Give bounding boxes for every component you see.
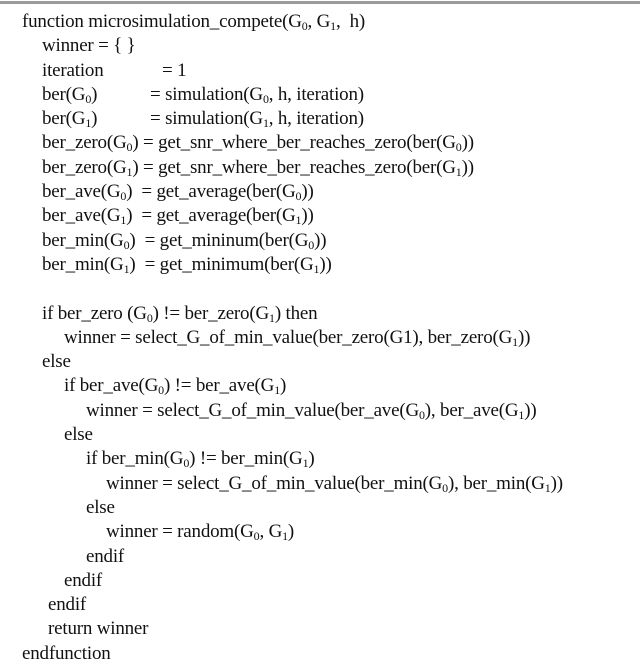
code-text: else [86,496,115,518]
code-line: ber(G0) = simulation(G0, h, iteration) [0,83,640,107]
code-line: return winner [0,617,640,641]
code-text: )) [524,399,537,421]
code-text: endif [64,569,103,591]
code-line: winner = random(G0, G1) [0,520,640,544]
code-text: iteration [42,59,104,81]
assignment-target: ber(G1) [42,107,150,131]
code-text: endif [48,594,87,616]
code-text: )) [314,229,327,251]
code-text: winner = random(G [106,521,254,543]
code-line: endfunction [0,642,640,666]
top-rule [0,1,640,4]
code-line: iteration = 1 [0,59,640,83]
code-text: ber_min(G [42,229,124,251]
code-text: )) [517,326,531,348]
code-line: if ber_min(G0) != ber_min(G1) [0,447,640,471]
code-text: ) [308,448,315,470]
code-text: = 1 [162,59,187,81]
code-text: else [64,424,93,446]
code-text: ber_zero(G [42,156,127,178]
code-line: ber_min(G1) = get_minimum(ber(G1)) [0,253,640,277]
code-line: ber_zero(G1) = get_snr_where_ber_reaches… [0,156,640,180]
code-text: = simulation(G [150,108,263,130]
code-text: )) [461,156,474,178]
code-text: else [42,351,71,373]
code-text: ) = get_minimum(ber(G [129,253,314,275]
code-text: ) = get_snr_where_ber_reaches_zero(ber(G [132,156,456,178]
code-text: , G [307,11,331,32]
code-text: if ber_zero (G [42,302,147,324]
code-text: )) [301,181,314,203]
code-text: if ber_ave(G [64,375,159,397]
code-line: else [0,423,640,447]
code-text: )) [461,132,474,154]
code-line: endif [0,593,640,617]
code-line: ber_min(G0) = get_mininum(ber(G0)) [0,229,640,253]
code-text: ) [91,108,98,130]
code-text: endif [86,545,125,567]
code-text: ) [280,375,287,397]
pseudocode-block: function microsimulation_compete(G0, G1,… [0,10,640,666]
code-text: ber_ave(G [42,181,121,203]
code-line: else [0,350,640,374]
assignment-target: ber(G0) [42,83,150,107]
code-text: = simulation(G [150,83,263,105]
code-text: ber_zero(G [42,132,127,154]
code-text: , h) [335,11,366,32]
assignment-target: iteration [42,59,162,83]
code-line: winner = select_G_of_min_value(ber_ave(G… [0,399,640,423]
code-text: )) [301,205,314,227]
code-text: if ber_min(G [86,448,184,470]
code-text: , G [259,521,283,543]
code-text: ) = get_average(ber(G [126,205,296,227]
code-text: ber_min(G [42,253,124,275]
code-text: ), ber_ave(G [424,399,519,421]
code-text: ber(G [42,108,86,130]
code-text: , h, iteration) [268,83,364,105]
code-line: ber_ave(G0) = get_average(ber(G0)) [0,180,640,204]
code-text: ) != ber_zero(G [152,302,270,324]
code-text: winner = select_G_of_min_value(ber_min(G [106,472,443,494]
code-text: ber(G [42,83,86,105]
code-text: return winner [48,618,149,640]
code-line: if ber_ave(G0) != ber_ave(G1) [0,374,640,398]
code-text: ) = get_average(ber(G [126,181,296,203]
code-line: else [0,496,640,520]
code-text: , h, iteration) [268,108,364,130]
code-text: winner = select_G_of_min_value(ber_ave(G [86,399,419,421]
code-line: endif [0,545,640,569]
code-line: ber_ave(G1) = get_average(ber(G1)) [0,204,640,228]
code-line: endif [0,569,640,593]
code-text: function microsimulation_compete(G [22,11,302,32]
code-text: ) != ber_ave(G [163,375,275,397]
code-text: ) = get_mininum(ber(G [129,229,309,251]
code-text: winner = { } [42,35,136,57]
code-text: ) then [274,302,318,324]
code-line: ber(G1) = simulation(G1, h, iteration) [0,107,640,131]
code-text: )) [319,253,332,275]
code-text: winner = select_G_of_min_value(ber_zero(… [64,326,513,348]
code-text: ) = get_snr_where_ber_reaches_zero(ber(G [132,132,456,154]
code-text: ), ber_min(G [447,472,545,494]
code-line: winner = select_G_of_min_value(ber_min(G… [0,472,640,496]
assignment-value: = 1 [162,59,187,81]
assignment-value: = simulation(G1, h, iteration) [150,108,364,129]
code-line: function microsimulation_compete(G0, G1,… [0,10,640,34]
code-line: winner = select_G_of_min_value(ber_zero(… [0,326,640,350]
code-text: )) [550,472,563,494]
code-text: ) [91,83,98,105]
code-text: ) != ber_min(G [189,448,303,470]
assignment-value: = simulation(G0, h, iteration) [150,84,364,105]
code-text: ) [287,521,295,543]
code-text: ber_ave(G [42,205,121,227]
code-line: ber_zero(G0) = get_snr_where_ber_reaches… [0,131,640,155]
code-line: if ber_zero (G0) != ber_zero(G1) then [0,302,640,326]
code-line: winner = { } [0,34,640,58]
